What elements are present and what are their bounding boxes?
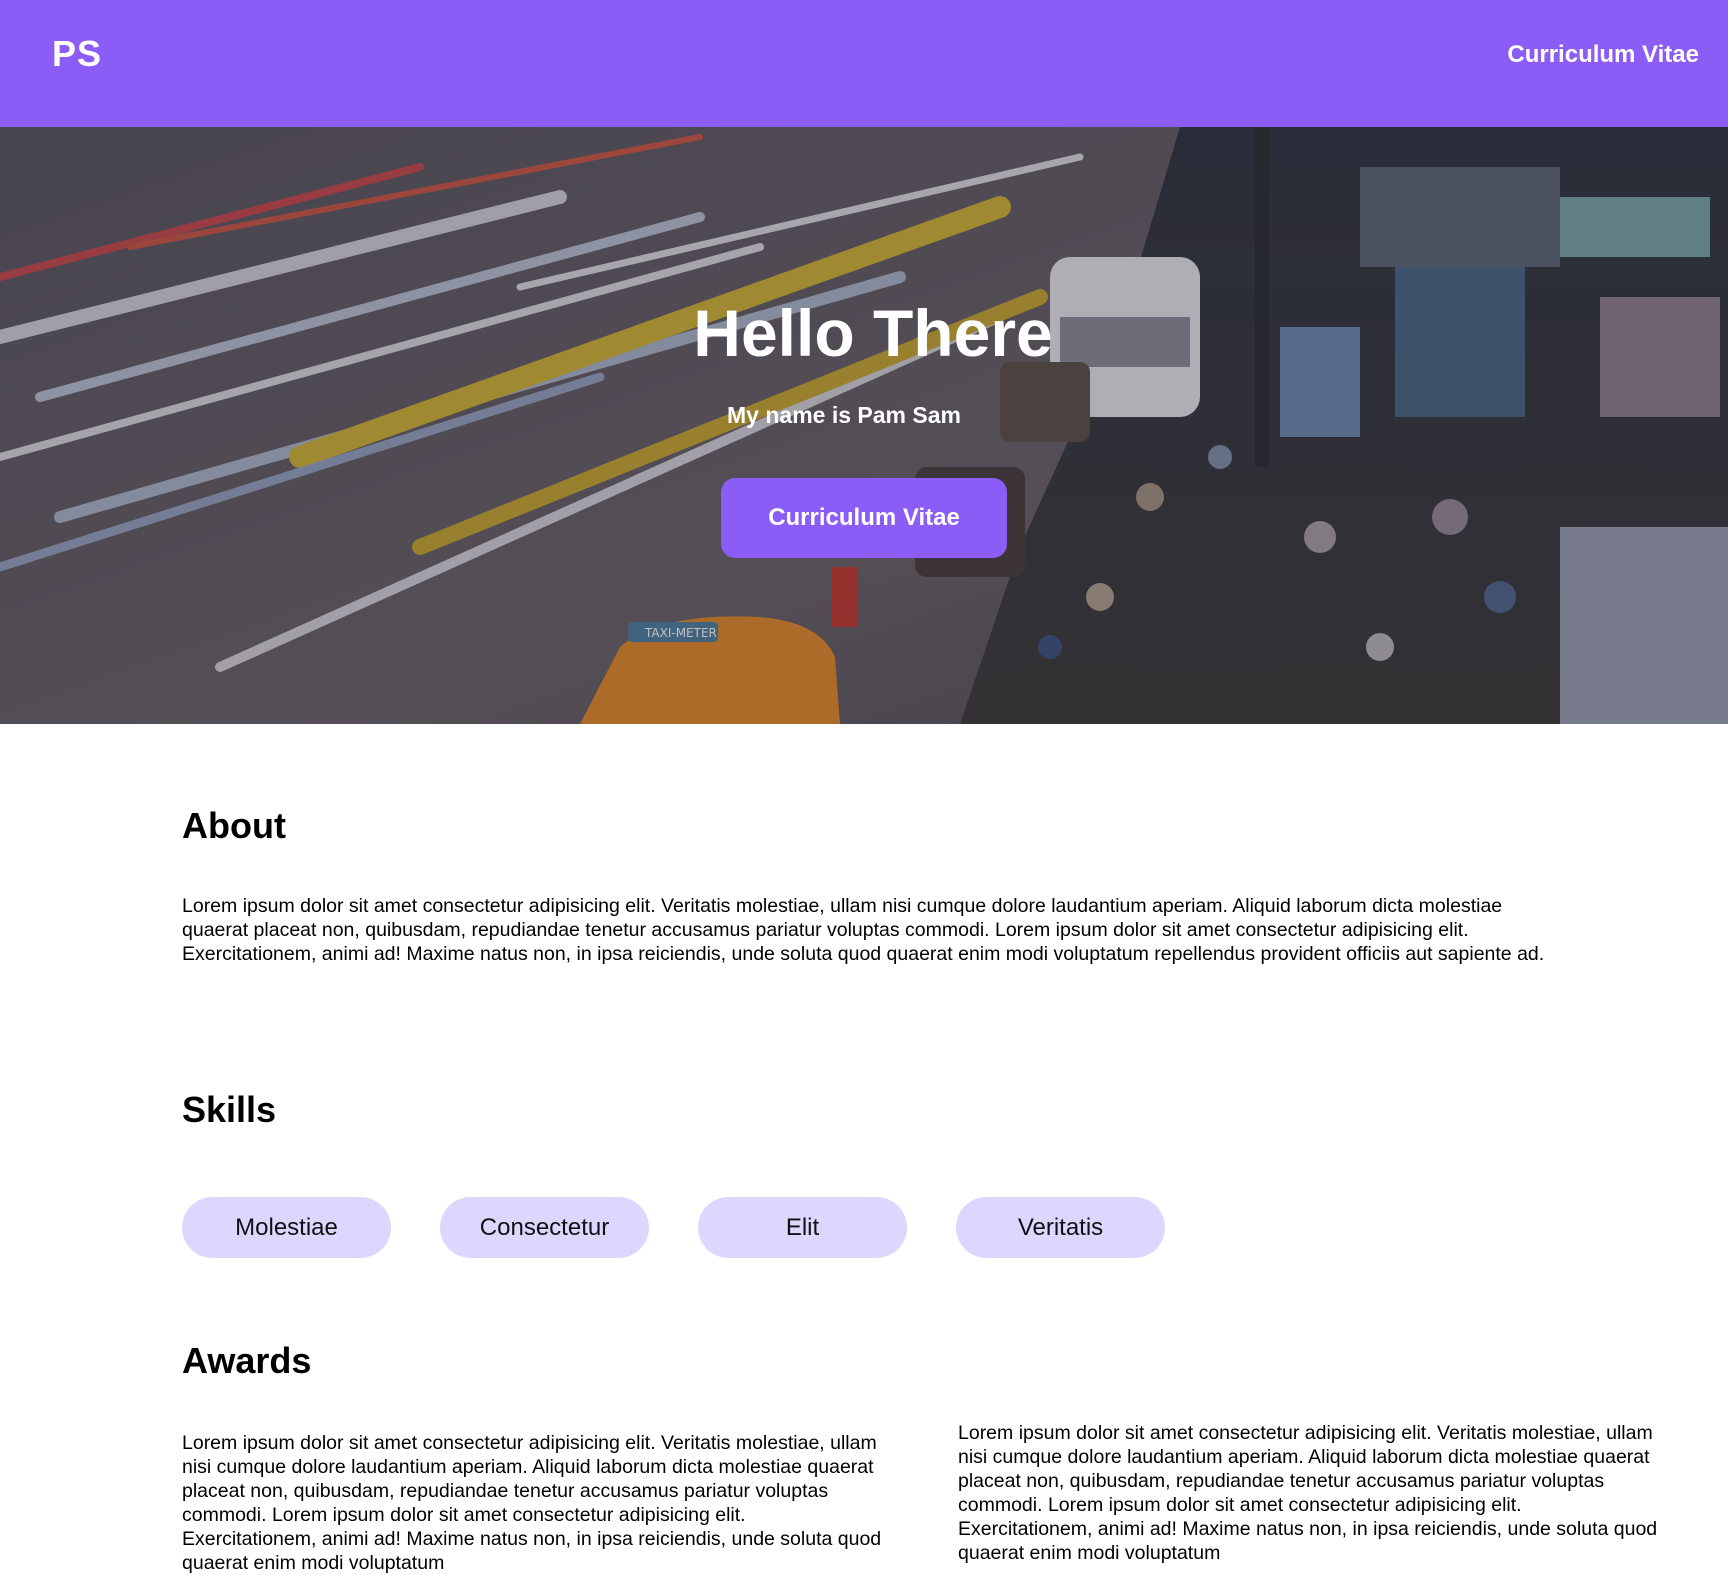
nav-curriculum-vitae-link[interactable]: Curriculum Vitae xyxy=(1507,40,1699,70)
skill-pill: Elit xyxy=(698,1197,907,1258)
hero-subtitle-text: My name is Pam Sam xyxy=(727,402,961,428)
skill-pill: Consectetur xyxy=(440,1197,649,1258)
hero-subtitle: My name is Pam Sam xyxy=(0,400,1728,430)
about-text: Lorem ipsum dolor sit amet consectetur a… xyxy=(182,895,1545,965)
site-logo[interactable]: PS xyxy=(52,34,102,74)
awards-heading: Awards xyxy=(182,1340,312,1381)
about-heading: About xyxy=(182,805,286,846)
award-text-1: Lorem ipsum dolor sit amet consectetur a… xyxy=(182,1432,882,1574)
top-navbar: PS Curriculum Vitae xyxy=(0,0,1728,127)
skill-pill: Molestiae xyxy=(182,1197,391,1258)
award-text-2: Lorem ipsum dolor sit amet consectetur a… xyxy=(958,1422,1658,1564)
skill-pill: Veritatis xyxy=(956,1197,1165,1258)
skills-heading: Skills xyxy=(182,1089,277,1130)
skills-list: Molestiae Consectetur Elit Veritatis xyxy=(182,1197,1165,1258)
hero-banner: TAXI-METER Hello There My name is Pam Sa… xyxy=(0,127,1728,724)
curriculum-vitae-button[interactable]: Curriculum Vitae xyxy=(721,478,1007,558)
hero-title: Hello There xyxy=(693,296,1053,370)
